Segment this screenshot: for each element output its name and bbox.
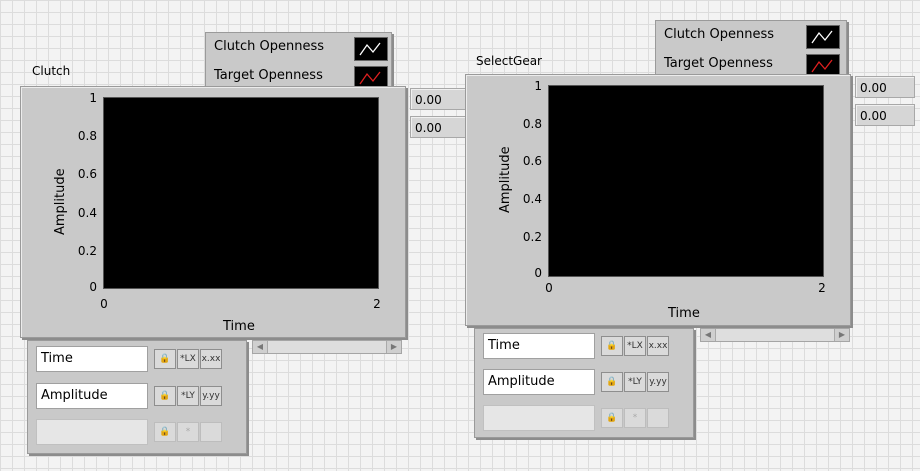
legend-label: Target Openness [214, 68, 323, 83]
lock-icon: 🔒 [601, 408, 623, 428]
format-icon [647, 408, 669, 428]
legend-label: Clutch Openness [214, 39, 325, 54]
y-tick-label: 0.2 [77, 244, 97, 258]
y-tick-label: 0.6 [522, 154, 542, 168]
empty-scale-field [483, 405, 595, 431]
y-scale-name-field[interactable]: Amplitude [36, 383, 148, 409]
y-tick-label: 1 [534, 79, 542, 93]
arrow-left-icon[interactable]: ◀ [253, 341, 268, 353]
y-tick-label: 0.8 [77, 129, 97, 143]
y-tick-label: 0.8 [522, 117, 542, 131]
y-tick-label: 0.2 [522, 230, 542, 244]
graph-caption-clutch: Clutch [32, 64, 71, 78]
y-axis-title: Amplitude [53, 168, 68, 235]
digital-display-2: 0.00 [855, 104, 915, 126]
digital-display-1: 0.00 [410, 88, 470, 110]
format-icon [200, 422, 222, 442]
legend-item-clutch-openness[interactable]: Clutch Openness [656, 21, 846, 49]
plot-area-clutch[interactable] [103, 97, 379, 289]
x-tick-label: 0 [545, 281, 553, 295]
x-axis-title: Time [668, 306, 700, 321]
graph-caption-selectgear: SelectGear [476, 54, 542, 68]
horizontal-scrollbar-clutch[interactable]: ◀ ▶ [252, 340, 402, 354]
format-icon[interactable]: y.yy [200, 386, 222, 406]
autoscale-icon: * [624, 408, 646, 428]
lock-icon[interactable]: 🔒 [601, 372, 623, 392]
x-tick-label: 2 [818, 281, 826, 295]
format-icon[interactable]: x.xx [200, 349, 222, 369]
autoscale-y-icon[interactable]: *LY [177, 386, 199, 406]
plot-line-white-icon[interactable] [354, 37, 388, 61]
y-axis-title: Amplitude [498, 146, 513, 213]
autoscale-x-icon[interactable]: *LX [624, 336, 646, 356]
format-icon[interactable]: x.xx [647, 336, 669, 356]
y-tick-label: 0.4 [77, 206, 97, 220]
arrow-right-icon[interactable]: ▶ [386, 341, 401, 353]
y-scale-name-field[interactable]: Amplitude [483, 369, 595, 395]
x-scale-name-field[interactable]: Time [36, 346, 148, 372]
horizontal-scrollbar-selectgear[interactable]: ◀ ▶ [700, 328, 850, 342]
autoscale-x-icon[interactable]: *LX [177, 349, 199, 369]
plot-line-white-icon[interactable] [806, 25, 840, 49]
arrow-left-icon[interactable]: ◀ [701, 329, 716, 341]
lock-icon[interactable]: 🔒 [601, 336, 623, 356]
lock-icon: 🔒 [154, 422, 176, 442]
lock-icon[interactable]: 🔒 [154, 349, 176, 369]
arrow-right-icon[interactable]: ▶ [834, 329, 849, 341]
digital-display-1: 0.00 [855, 76, 915, 98]
y-tick-label: 0 [534, 266, 542, 280]
waveform-chart-clutch[interactable]: Amplitude 1 0.8 0.6 0.4 0.2 0 0 2 Time [20, 86, 406, 338]
y-tick-label: 1 [89, 91, 97, 105]
scale-legend-clutch[interactable]: Time 🔒 *LX x.xx Amplitude 🔒 *LY y.yy 🔒 * [27, 340, 247, 454]
scale-legend-selectgear[interactable]: Time 🔒 *LX x.xx Amplitude 🔒 *LY y.yy 🔒 * [474, 328, 694, 438]
lock-icon[interactable]: 🔒 [154, 386, 176, 406]
legend-label: Clutch Openness [664, 27, 775, 42]
legend-item-clutch-openness[interactable]: Clutch Openness [206, 33, 391, 61]
x-scale-name-field[interactable]: Time [483, 333, 595, 359]
autoscale-y-icon[interactable]: *LY [624, 372, 646, 392]
plot-legend-selectgear[interactable]: Clutch Openness Target Openness [655, 20, 847, 80]
y-tick-label: 0.6 [77, 167, 97, 181]
digital-display-2: 0.00 [410, 116, 470, 138]
legend-label: Target Openness [664, 56, 773, 71]
y-tick-label: 0 [89, 280, 97, 294]
waveform-chart-selectgear[interactable]: Amplitude 1 0.8 0.6 0.4 0.2 0 0 2 Time [465, 74, 851, 326]
plot-area-selectgear[interactable] [548, 85, 824, 277]
plot-legend-clutch[interactable]: Clutch Openness Target Openness [205, 32, 392, 92]
empty-scale-field [36, 419, 148, 445]
autoscale-icon: * [177, 422, 199, 442]
format-icon[interactable]: y.yy [647, 372, 669, 392]
x-tick-label: 2 [373, 297, 381, 311]
x-tick-label: 0 [100, 297, 108, 311]
x-axis-title: Time [223, 319, 255, 334]
y-tick-label: 0.4 [522, 192, 542, 206]
